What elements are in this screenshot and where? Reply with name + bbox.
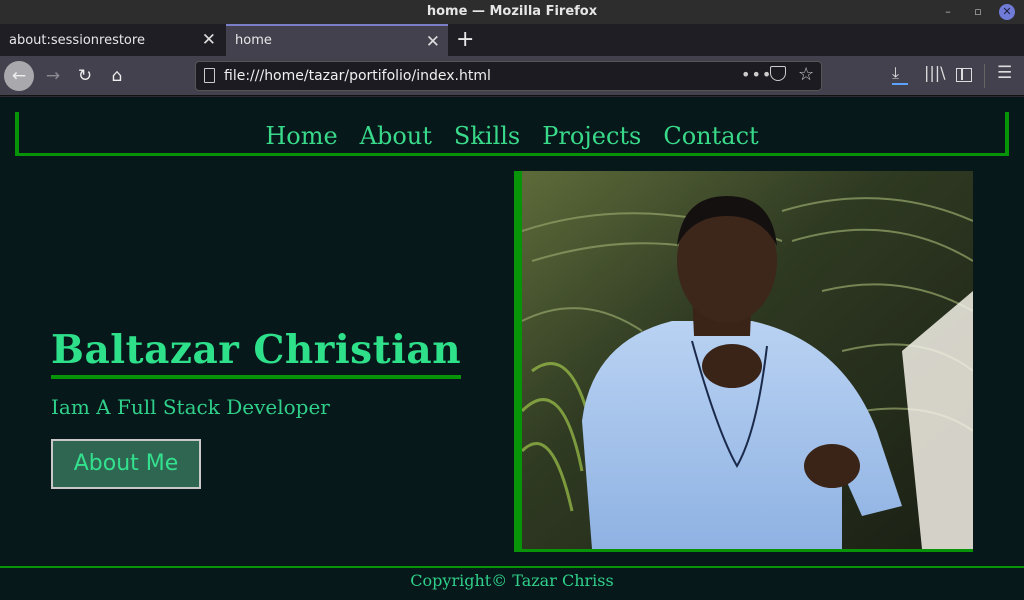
close-window-icon[interactable]: ✕ bbox=[999, 4, 1015, 20]
hero-name: Baltazar Christian bbox=[51, 327, 462, 379]
forward-button[interactable]: → bbox=[38, 61, 68, 91]
navigation-toolbar: ← → ↻ ⌂ file:///home/tazar/portifolio/in… bbox=[0, 56, 1024, 96]
page-actions-icon[interactable]: ••• bbox=[741, 65, 772, 84]
nav-link-projects[interactable]: Projects bbox=[542, 122, 641, 150]
pocket-icon[interactable] bbox=[770, 66, 786, 81]
address-bar[interactable]: file:///home/tazar/portifolio/index.html… bbox=[195, 61, 822, 91]
window-title: home — Mozilla Firefox bbox=[426, 4, 598, 19]
window-titlebar: home — Mozilla Firefox – ▫ ✕ bbox=[0, 0, 1024, 24]
copyright-text: Copyright© Tazar Chriss bbox=[410, 571, 614, 590]
bookmark-star-icon[interactable]: ☆ bbox=[798, 64, 814, 85]
site-navigation: Home About Skills Projects Contact bbox=[15, 112, 1009, 156]
about-me-button[interactable]: About Me bbox=[51, 439, 201, 489]
hero-subtitle: Iam A Full Stack Developer bbox=[51, 395, 330, 419]
minimize-icon[interactable]: – bbox=[940, 4, 956, 20]
new-tab-icon[interactable]: + bbox=[456, 27, 474, 52]
back-button[interactable]: ← bbox=[4, 61, 34, 91]
reload-button[interactable]: ↻ bbox=[70, 61, 100, 91]
close-tab-icon[interactable]: ✕ bbox=[426, 32, 440, 52]
toolbar-separator bbox=[984, 64, 985, 88]
maximize-icon[interactable]: ▫ bbox=[970, 4, 986, 20]
profile-photo bbox=[514, 171, 973, 552]
library-icon[interactable]: |||\ bbox=[924, 63, 946, 82]
nav-link-contact[interactable]: Contact bbox=[663, 122, 758, 150]
nav-link-about[interactable]: About bbox=[360, 122, 432, 150]
url-text[interactable]: file:///home/tazar/portifolio/index.html bbox=[224, 68, 491, 84]
hamburger-menu-icon[interactable]: ☰ bbox=[997, 63, 1012, 83]
sidebar-icon[interactable] bbox=[956, 68, 972, 82]
home-button[interactable]: ⌂ bbox=[102, 61, 132, 91]
profile-photo-image bbox=[522, 171, 973, 549]
tab-strip: about:sessionrestore ✕ home ✕ + bbox=[0, 24, 1024, 56]
close-tab-icon[interactable]: ✕ bbox=[202, 30, 216, 50]
page-icon bbox=[204, 68, 215, 83]
tab-sessionrestore[interactable]: about:sessionrestore ✕ bbox=[0, 24, 224, 56]
nav-link-home[interactable]: Home bbox=[265, 122, 337, 150]
nav-link-skills[interactable]: Skills bbox=[454, 122, 520, 150]
tab-home[interactable]: home ✕ bbox=[226, 24, 448, 56]
site-footer: Copyright© Tazar Chriss bbox=[0, 566, 1024, 600]
web-page: Home About Skills Projects Contact Balta… bbox=[0, 97, 1024, 600]
tab-label: about:sessionrestore bbox=[9, 33, 145, 48]
tab-label: home bbox=[235, 33, 272, 48]
downloads-icon[interactable]: ⤓ bbox=[892, 63, 909, 85]
